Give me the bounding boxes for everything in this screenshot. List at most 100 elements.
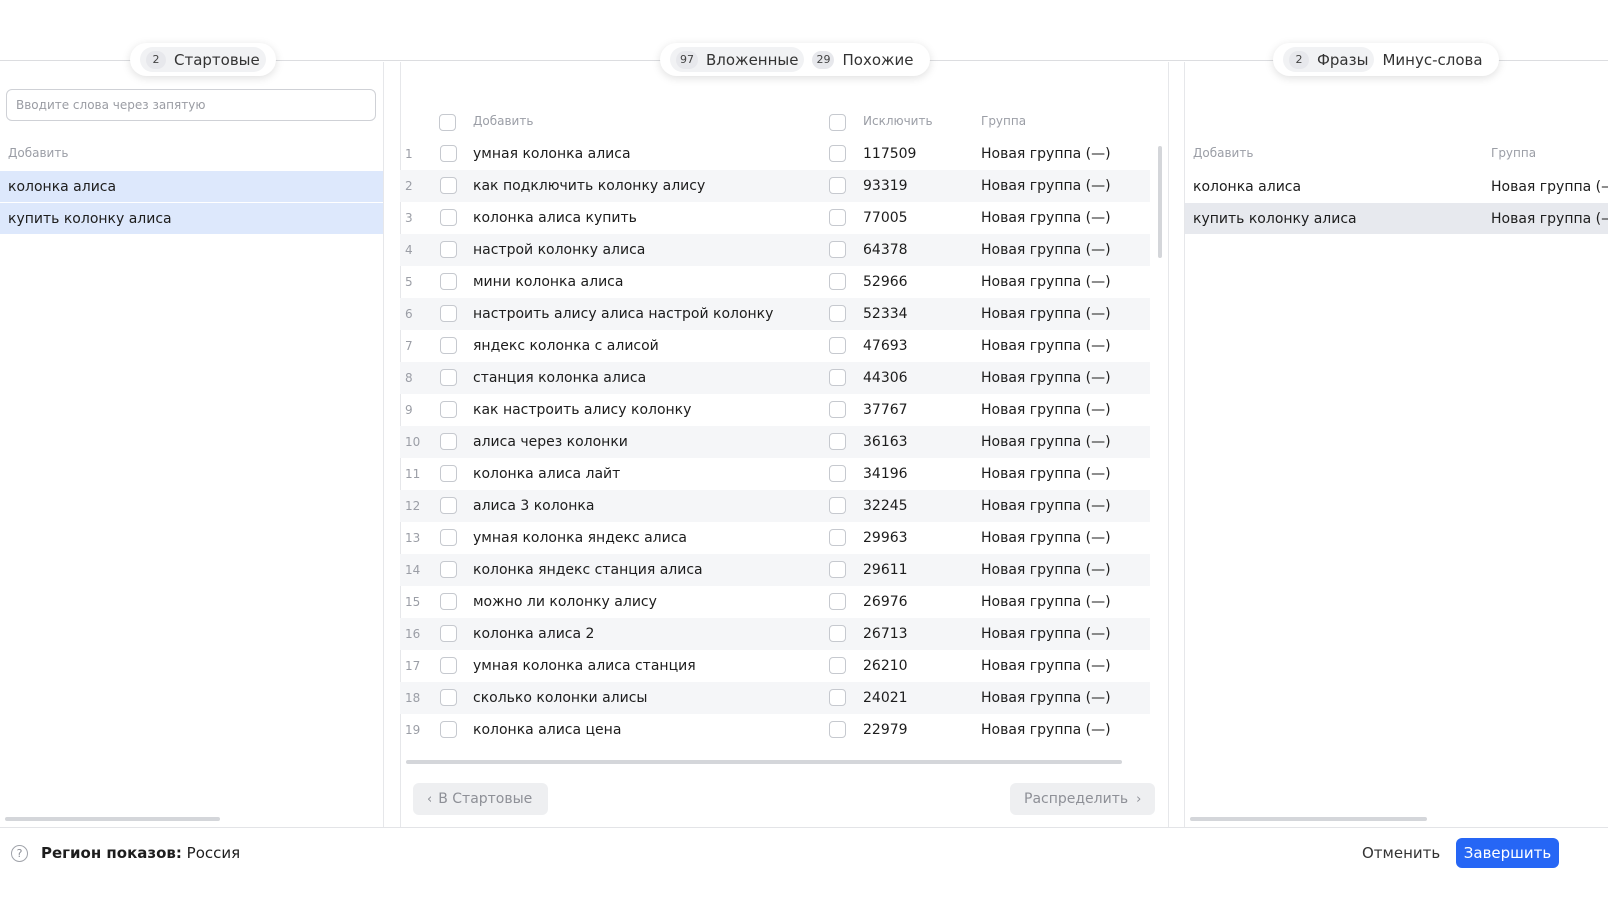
result-phrase-row[interactable]: купить колонку алиса Новая группа (—) bbox=[1185, 203, 1608, 234]
exclude-checkbox[interactable] bbox=[829, 177, 846, 194]
footer-divider bbox=[0, 827, 1608, 828]
add-checkbox[interactable] bbox=[440, 369, 457, 386]
table-row[interactable]: 1 умная колонка алиса 117509 Новая группа (… bbox=[400, 138, 1150, 170]
frequency-count: 64378 bbox=[863, 242, 908, 258]
table-row[interactable]: 19 колонка алиса цена 22979 Новая группа (—… bbox=[400, 714, 1150, 746]
phrase-text: настроить алису алиса настрой колонку bbox=[473, 306, 774, 322]
exclude-checkbox[interactable] bbox=[829, 209, 846, 226]
exclude-checkbox[interactable] bbox=[829, 433, 846, 450]
phrase-text: как настроить алису колонку bbox=[473, 402, 692, 418]
table-row[interactable]: 6 настроить алису алиса настрой колонку 52… bbox=[400, 298, 1150, 330]
add-checkbox[interactable] bbox=[440, 529, 457, 546]
add-checkbox[interactable] bbox=[440, 433, 457, 450]
result-phrase-row[interactable]: колонка алиса Новая группа (—) bbox=[1185, 171, 1608, 202]
exclude-checkbox[interactable] bbox=[829, 145, 846, 162]
column-header-add: Добавить bbox=[8, 146, 69, 160]
add-checkbox[interactable] bbox=[440, 337, 457, 354]
table-row[interactable]: 11 колонка алиса лайт 34196 Новая группа (—… bbox=[400, 458, 1150, 490]
table-row[interactable]: 7 яндекс колонка с алисой 47693 Новая групп… bbox=[400, 330, 1150, 362]
start-tabs: 2 Стартовые bbox=[130, 43, 276, 76]
button-label: В Стартовые bbox=[438, 791, 533, 807]
add-checkbox[interactable] bbox=[440, 145, 457, 162]
table-row[interactable]: 10 алиса через колонки 36163 Новая группа (… bbox=[400, 426, 1150, 458]
add-checkbox[interactable] bbox=[440, 401, 457, 418]
exclude-checkbox[interactable] bbox=[829, 241, 846, 258]
row-number: 1 bbox=[405, 147, 413, 161]
add-checkbox[interactable] bbox=[440, 273, 457, 290]
add-checkbox[interactable] bbox=[440, 465, 457, 482]
group-text: Новая группа (—) bbox=[981, 274, 1111, 290]
frequency-count: 37767 bbox=[863, 402, 908, 418]
cancel-button[interactable]: Отменить bbox=[1362, 844, 1440, 862]
table-row[interactable]: 3 колонка алиса купить 77005 Новая группа (… bbox=[400, 202, 1150, 234]
phrase-text: умная колонка алиса bbox=[473, 146, 631, 162]
start-phrase-row[interactable]: колонка алиса bbox=[0, 171, 383, 202]
add-checkbox[interactable] bbox=[440, 625, 457, 642]
row-number: 2 bbox=[405, 179, 413, 193]
table-row[interactable]: 8 станция колонка алиса 44306 Новая группа … bbox=[400, 362, 1150, 394]
exclude-checkbox[interactable] bbox=[829, 721, 846, 738]
add-checkbox[interactable] bbox=[440, 657, 457, 674]
add-checkbox[interactable] bbox=[440, 593, 457, 610]
horizontal-scrollbar[interactable] bbox=[406, 760, 1122, 764]
table-row[interactable]: 5 мини колонка алиса 52966 Новая группа (—) bbox=[400, 266, 1150, 298]
start-phrase-row[interactable]: купить колонку алиса bbox=[0, 203, 383, 234]
horizontal-scrollbar[interactable] bbox=[5, 817, 220, 821]
exclude-checkbox[interactable] bbox=[829, 657, 846, 674]
exclude-checkbox[interactable] bbox=[829, 561, 846, 578]
table-row[interactable]: 4 настрой колонку алиса 64378 Новая группа … bbox=[400, 234, 1150, 266]
tab-start[interactable]: 2 Стартовые bbox=[140, 47, 266, 72]
table-row[interactable]: 18 сколько колонки алисы 24021 Новая группа… bbox=[400, 682, 1150, 714]
vertical-scrollbar[interactable] bbox=[1158, 146, 1162, 258]
add-checkbox[interactable] bbox=[440, 305, 457, 322]
horizontal-scrollbar[interactable] bbox=[1190, 817, 1427, 821]
exclude-checkbox[interactable] bbox=[829, 337, 846, 354]
exclude-checkbox[interactable] bbox=[829, 305, 846, 322]
select-all-exclude-checkbox[interactable] bbox=[829, 114, 846, 131]
help-icon[interactable]: ? bbox=[11, 845, 28, 862]
add-checkbox[interactable] bbox=[440, 561, 457, 578]
words-input[interactable] bbox=[6, 89, 376, 121]
column-header-add: Добавить bbox=[1193, 146, 1254, 160]
phrase-text: яндекс колонка с алисой bbox=[473, 338, 659, 354]
group-text: Новая группа (—) bbox=[981, 434, 1111, 450]
count-badge: 97 bbox=[676, 50, 698, 69]
distribute-button[interactable]: Распределить › bbox=[1010, 783, 1155, 815]
add-checkbox[interactable] bbox=[440, 209, 457, 226]
column-header-group: Группа bbox=[981, 114, 1027, 128]
group-text: Новая группа (—) bbox=[981, 658, 1111, 674]
tab-phrases[interactable]: 2 Фразы bbox=[1283, 47, 1375, 72]
add-checkbox[interactable] bbox=[440, 177, 457, 194]
tab-minus-words[interactable]: Минус-слова bbox=[1376, 47, 1488, 72]
back-to-start-button[interactable]: ‹ В Стартовые bbox=[413, 783, 548, 815]
finish-button[interactable]: Завершить bbox=[1456, 838, 1559, 868]
exclude-checkbox[interactable] bbox=[829, 401, 846, 418]
table-row[interactable]: 2 как подключить колонку алису 93319 Новая … bbox=[400, 170, 1150, 202]
add-checkbox[interactable] bbox=[440, 721, 457, 738]
frequency-count: 44306 bbox=[863, 370, 908, 386]
table-row[interactable]: 9 как настроить алису колонку 37767 Новая г… bbox=[400, 394, 1150, 426]
table-row[interactable]: 17 умная колонка алиса станция 26210 Новая … bbox=[400, 650, 1150, 682]
exclude-checkbox[interactable] bbox=[829, 625, 846, 642]
table-row[interactable]: 12 алиса 3 колонка 32245 Новая группа (—) bbox=[400, 490, 1150, 522]
tab-similar[interactable]: 29 Похожие bbox=[806, 47, 919, 72]
table-row[interactable]: 14 колонка яндекс станция алиса 29611 Новая… bbox=[400, 554, 1150, 586]
column-header-group: Группа bbox=[1491, 146, 1537, 160]
exclude-checkbox[interactable] bbox=[829, 273, 846, 290]
table-row[interactable]: 13 умная колонка яндекс алиса 29963 Новая г… bbox=[400, 522, 1150, 554]
add-checkbox[interactable] bbox=[440, 497, 457, 514]
table-row[interactable]: 15 можно ли колонку алису 26976 Новая групп… bbox=[400, 586, 1150, 618]
exclude-checkbox[interactable] bbox=[829, 369, 846, 386]
tab-nested[interactable]: 97 Вложенные bbox=[670, 47, 805, 72]
exclude-checkbox[interactable] bbox=[829, 689, 846, 706]
row-number: 13 bbox=[405, 531, 421, 545]
add-checkbox[interactable] bbox=[440, 241, 457, 258]
exclude-checkbox[interactable] bbox=[829, 497, 846, 514]
table-row[interactable]: 16 колонка алиса 2 26713 Новая группа (—) bbox=[400, 618, 1150, 650]
exclude-checkbox[interactable] bbox=[829, 465, 846, 482]
add-checkbox[interactable] bbox=[440, 689, 457, 706]
tab-label: Вложенные bbox=[706, 50, 799, 69]
exclude-checkbox[interactable] bbox=[829, 593, 846, 610]
exclude-checkbox[interactable] bbox=[829, 529, 846, 546]
select-all-add-checkbox[interactable] bbox=[439, 114, 456, 131]
